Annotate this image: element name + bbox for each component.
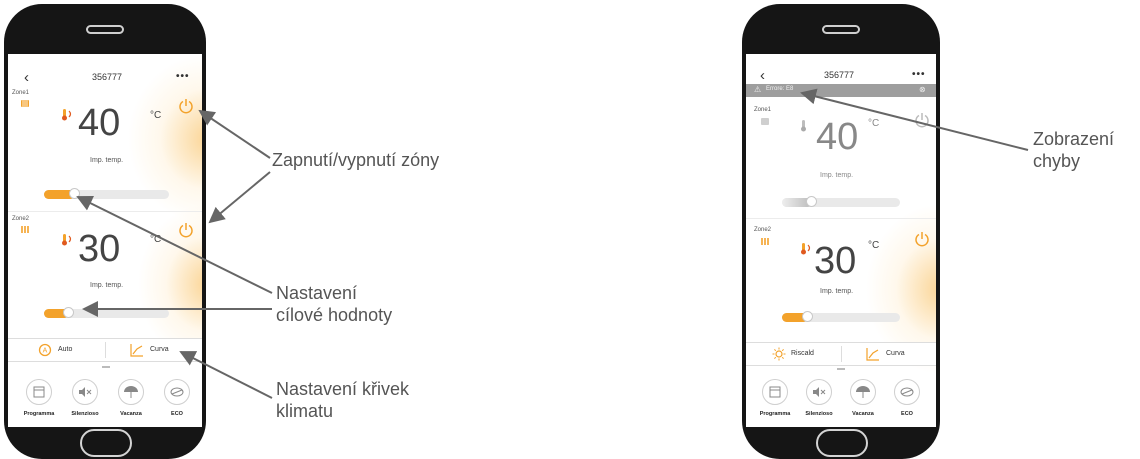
- callout-target-value-line2: cílové hodnoty: [276, 305, 393, 325]
- arrow-error: [800, 88, 1029, 151]
- callout-climate-curves: Nastavení křivek klimatu: [276, 378, 409, 422]
- callout-climate-curves-line2: klimatu: [276, 401, 334, 421]
- callout-climate-curves-line1: Nastavení křivek: [276, 379, 410, 399]
- callout-error-line1: Zobrazení: [1033, 129, 1115, 149]
- arrow-zone1-power: [198, 109, 271, 159]
- arrow-zone2-power: [208, 171, 271, 224]
- callout-target-value-line1: Nastavení: [276, 283, 358, 303]
- arrow-curva: [179, 351, 273, 399]
- callout-error-line2: chyby: [1033, 151, 1081, 171]
- arrow-zone1-slider: [76, 196, 273, 294]
- callout-arrows: [76, 88, 1029, 399]
- callout-zone-power: Zapnutí/vypnutí zóny: [272, 149, 439, 171]
- callout-zone-power-text: Zapnutí/vypnutí zóny: [272, 150, 440, 170]
- callout-error: Zobrazení chyby: [1033, 128, 1114, 172]
- callout-target-value: Nastavení cílové hodnoty: [276, 282, 392, 326]
